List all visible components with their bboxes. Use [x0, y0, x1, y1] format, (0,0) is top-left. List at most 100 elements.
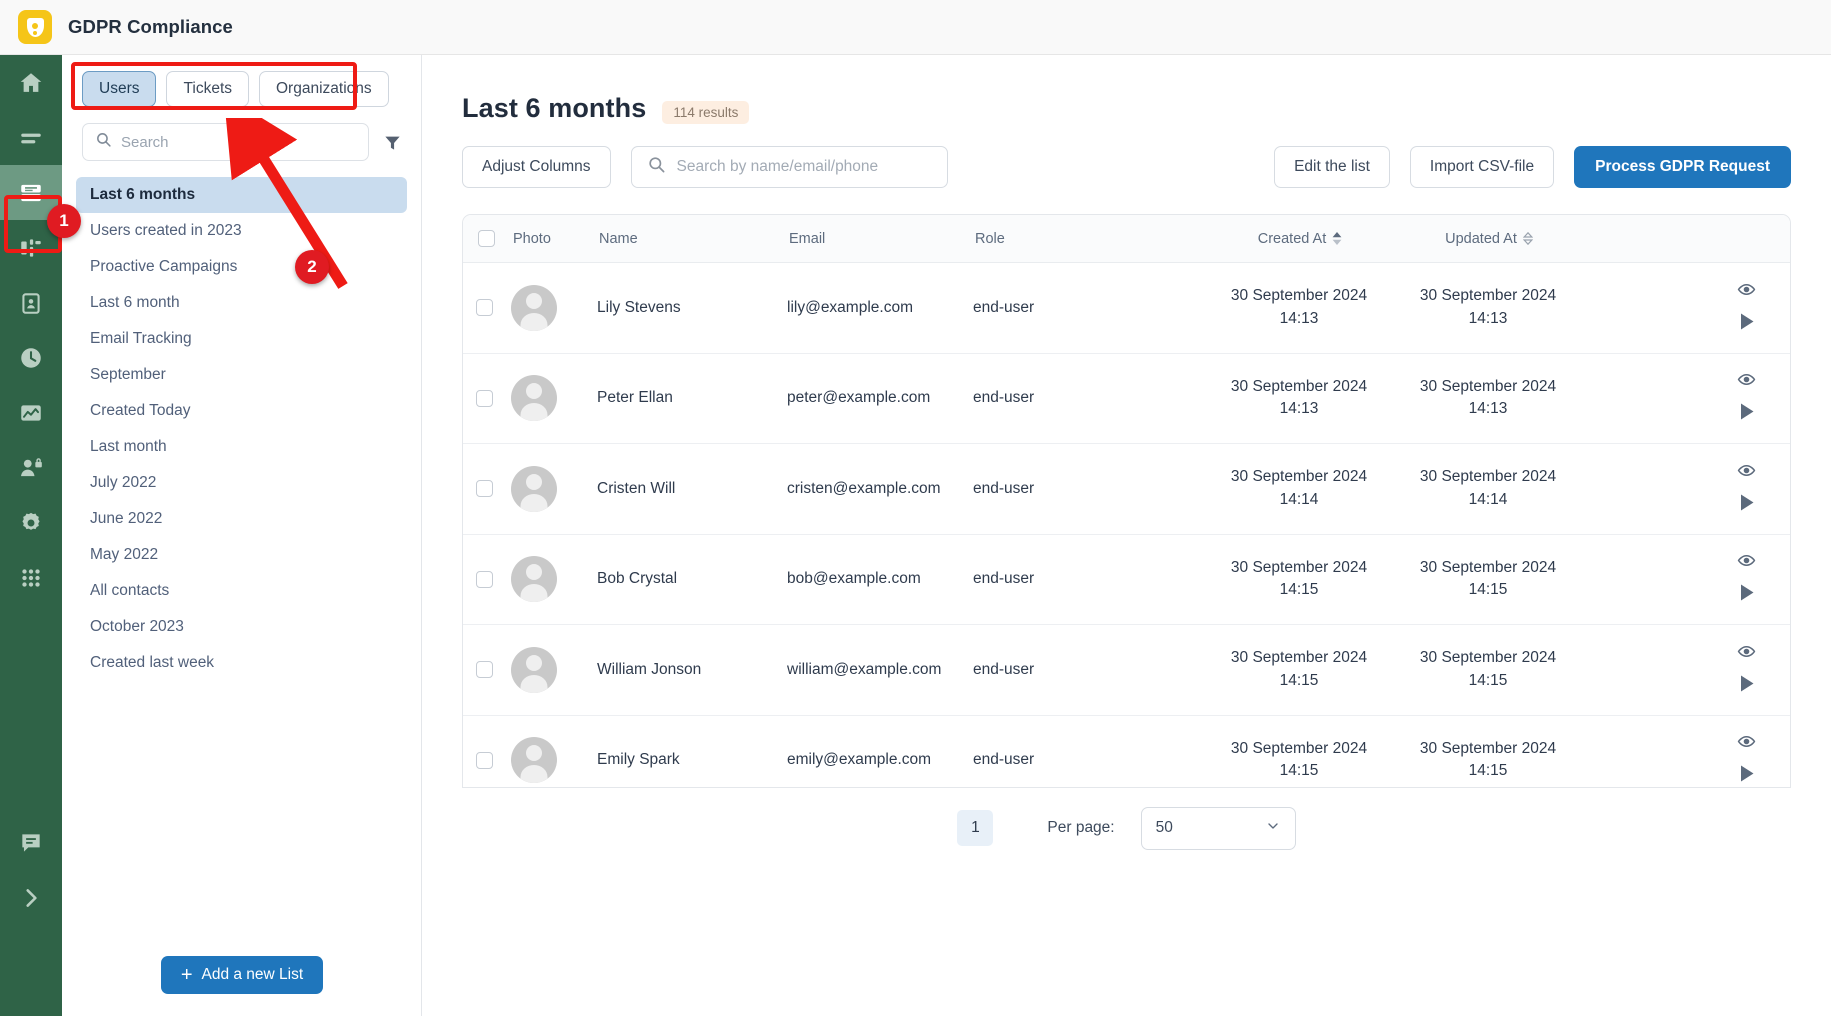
eye-icon[interactable]	[1737, 461, 1756, 485]
rail-item-expand[interactable]	[0, 870, 62, 925]
row-email: bob@example.com	[787, 570, 921, 588]
add-new-list-label: Add a new List	[201, 966, 304, 983]
play-triangle-icon[interactable]	[1739, 402, 1756, 426]
tab-tickets[interactable]: Tickets	[166, 71, 249, 107]
play-triangle-icon[interactable]	[1739, 583, 1756, 607]
list-item[interactable]: Created Today	[76, 393, 407, 429]
row-checkbox[interactable]	[476, 480, 493, 498]
pagination-page-1[interactable]: 1	[957, 810, 994, 846]
clock-icon	[18, 345, 44, 371]
list-item[interactable]: Email Tracking	[76, 321, 407, 357]
list-item[interactable]: All contacts	[76, 573, 407, 609]
rail-item-reports[interactable]	[0, 385, 62, 440]
eye-icon[interactable]	[1737, 551, 1756, 575]
rail-item-permissions[interactable]	[0, 440, 62, 495]
select-all-checkbox[interactable]	[478, 230, 495, 247]
adjust-columns-button[interactable]: Adjust Columns	[462, 146, 611, 188]
row-updated-at: 30 September 2024 14:15	[1419, 739, 1557, 780]
row-checkbox[interactable]	[476, 389, 493, 407]
page-heading-row: Last 6 months 114 results	[462, 93, 1791, 124]
row-created-at: 30 September 2024 14:15	[1230, 739, 1368, 780]
list-item[interactable]: June 2022	[76, 501, 407, 537]
eye-icon[interactable]	[1737, 732, 1756, 756]
table-row[interactable]: William Jonson william@example.com end-use…	[463, 625, 1790, 716]
import-csv-button[interactable]: Import CSV-file	[1409, 146, 1555, 188]
sort-asc-icon	[1332, 232, 1342, 246]
user-lock-icon	[18, 455, 44, 481]
eye-icon[interactable]	[1737, 280, 1756, 304]
column-header-updated-at[interactable]: Updated At	[1393, 231, 1583, 247]
add-new-list-button[interactable]: + Add a new List	[160, 956, 324, 994]
row-checkbox[interactable]	[476, 570, 493, 588]
edit-the-list-button[interactable]: Edit the list	[1274, 146, 1390, 188]
row-photo-cell	[511, 284, 597, 331]
rail-item-menu[interactable]	[0, 110, 62, 165]
list-item[interactable]: Created last week	[76, 645, 407, 681]
row-actions	[1583, 370, 1790, 426]
filter-icon[interactable]	[379, 127, 405, 157]
list-item[interactable]: July 2022	[76, 465, 407, 501]
record-search-input[interactable]	[676, 158, 933, 176]
row-name: William Jonson	[597, 660, 702, 678]
row-select-cell	[463, 389, 511, 407]
tab-organizations[interactable]: Organizations	[259, 71, 389, 107]
rail-item-home[interactable]	[0, 55, 62, 110]
lists-search-box[interactable]	[82, 123, 369, 161]
list-item[interactable]: May 2022	[76, 537, 407, 573]
list-item[interactable]: Last 6 month	[76, 285, 407, 321]
lists-search-input[interactable]	[121, 133, 356, 151]
row-checkbox[interactable]	[476, 299, 493, 317]
play-triangle-icon[interactable]	[1739, 674, 1756, 698]
avatar	[511, 375, 557, 422]
table-row[interactable]: Cristen Will cristen@example.com end-user 3…	[463, 444, 1790, 535]
list-item[interactable]: Proactive Campaigns	[76, 249, 407, 285]
row-photo-cell	[511, 375, 597, 422]
per-page-value: 50	[1155, 819, 1173, 836]
table-row[interactable]: Emily Spark emily@example.com end-user 30 S…	[463, 716, 1790, 788]
row-checkbox[interactable]	[476, 661, 493, 679]
row-role: end-user	[973, 751, 1035, 769]
eye-icon[interactable]	[1737, 370, 1756, 394]
process-gdpr-request-button[interactable]: Process GDPR Request	[1574, 146, 1791, 188]
play-triangle-icon[interactable]	[1739, 764, 1756, 787]
record-search-box[interactable]	[630, 146, 949, 188]
column-header-created-at[interactable]: Created At	[1205, 231, 1393, 247]
per-page-label: Per page:	[1047, 819, 1115, 836]
rail-item-apps[interactable]	[0, 550, 62, 605]
row-name: Peter Ellan	[597, 389, 673, 407]
row-photo-cell	[511, 737, 597, 784]
menu-icon	[18, 125, 44, 151]
rail-item-history[interactable]	[0, 330, 62, 385]
list-item[interactable]: Users created in 2023	[76, 213, 407, 249]
table-row[interactable]: Bob Crystal bob@example.com end-user 30 Sep…	[463, 535, 1790, 625]
rail-item-settings[interactable]	[0, 495, 62, 550]
row-select-cell	[463, 570, 511, 588]
list-item[interactable]: October 2023	[76, 609, 407, 645]
table-footer: 1 Per page: 50	[462, 788, 1791, 868]
row-role: end-user	[973, 570, 1035, 588]
row-updated-at: 30 September 2024 14:15	[1419, 558, 1557, 599]
rail-item-contacts[interactable]	[0, 275, 62, 330]
table-row[interactable]: Lily Stevens lily@example.com end-user 30 S…	[463, 263, 1790, 354]
app-title: GDPR Compliance	[68, 16, 233, 37]
row-name: Cristen Will	[597, 479, 676, 497]
table-header-row: Photo Name Email Role Created At Updated…	[463, 215, 1790, 263]
search-icon	[95, 131, 112, 153]
play-triangle-icon[interactable]	[1739, 312, 1756, 336]
row-email: peter@example.com	[787, 389, 931, 407]
list-item[interactable]: Last month	[76, 429, 407, 465]
table-body: Lily Stevens lily@example.com end-user 30 S…	[463, 263, 1790, 788]
annotation-badge-1: 1	[47, 204, 81, 238]
column-header-email: Email	[789, 230, 826, 247]
play-triangle-icon[interactable]	[1739, 493, 1756, 517]
row-checkbox[interactable]	[476, 751, 493, 769]
list-item[interactable]: Last 6 months	[76, 177, 407, 213]
eye-icon[interactable]	[1737, 642, 1756, 666]
column-header-photo: Photo	[513, 230, 551, 247]
table-row[interactable]: Peter Ellan peter@example.com end-user 30 S…	[463, 354, 1790, 444]
tab-users[interactable]: Users	[82, 71, 157, 107]
per-page-select[interactable]: 50	[1140, 806, 1296, 850]
list-item[interactable]: September	[76, 357, 407, 393]
column-header-name: Name	[599, 230, 638, 247]
rail-item-chat[interactable]	[0, 815, 62, 870]
